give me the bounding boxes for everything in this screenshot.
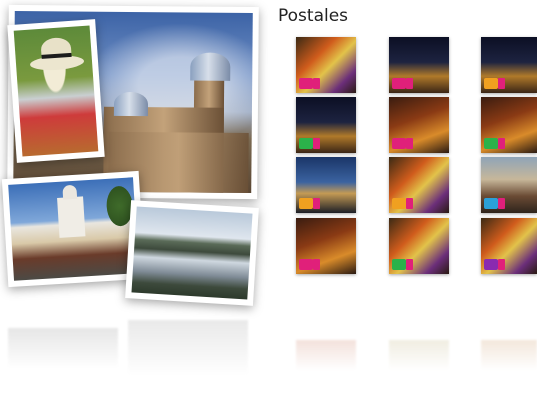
brand-mark-icon [313, 138, 320, 149]
brand-mark-icon [498, 78, 505, 89]
lake-image [131, 206, 253, 300]
hat-image [13, 25, 99, 157]
brand-logo-icon [484, 198, 498, 209]
lake-photo[interactable] [125, 200, 259, 306]
brand-mark-icon [406, 138, 413, 149]
brand-mark-icon [498, 198, 505, 209]
brand-logo-icon [392, 138, 406, 149]
reflection-effect [0, 310, 537, 394]
plaza-photo[interactable] [1, 170, 146, 288]
reflection-shape [389, 340, 449, 370]
hat-photo[interactable] [7, 19, 105, 163]
postcard-thumbnail[interactable] [389, 97, 449, 153]
postcard-thumbnail[interactable] [296, 218, 356, 274]
postcard-thumbnail[interactable] [389, 157, 449, 213]
brand-mark-icon [313, 78, 320, 89]
brand-mark-icon [313, 198, 320, 209]
dome-shape [190, 52, 231, 81]
brand-logo-icon [392, 198, 406, 209]
church-shape [57, 196, 86, 238]
reflection-shape [128, 320, 248, 375]
page-title: Postales [278, 6, 349, 26]
brand-logo-icon [484, 259, 498, 270]
postcard-thumbnail[interactable] [296, 37, 356, 93]
postcard-thumbnail[interactable] [481, 37, 537, 93]
brand-logo-icon [299, 259, 313, 270]
reflection-shape [481, 340, 537, 370]
brand-logo-icon [299, 78, 313, 89]
postcard-thumbnail[interactable] [481, 157, 537, 213]
dome-shape [113, 91, 149, 117]
brand-mark-icon [406, 78, 413, 89]
postcard-thumbnail[interactable] [296, 97, 356, 153]
brand-mark-icon [498, 259, 505, 270]
postcard-thumbnail[interactable] [481, 218, 537, 274]
brand-mark-icon [406, 259, 413, 270]
brand-mark-icon [498, 138, 505, 149]
reflection-shape [296, 340, 356, 370]
postcard-thumbnail[interactable] [296, 157, 356, 213]
plaza-image [8, 177, 139, 281]
postcard-thumbnail[interactable] [389, 218, 449, 274]
brand-mark-icon [406, 198, 413, 209]
brand-mark-icon [313, 259, 320, 270]
brand-logo-icon [484, 78, 498, 89]
brand-logo-icon [484, 138, 498, 149]
postcard-thumbnail[interactable] [481, 97, 537, 153]
reflection-shape [8, 328, 118, 368]
brand-logo-icon [299, 138, 313, 149]
brand-logo-icon [299, 198, 313, 209]
brand-logo-icon [392, 259, 406, 270]
brand-logo-icon [392, 78, 406, 89]
postcard-thumbnail[interactable] [389, 37, 449, 93]
